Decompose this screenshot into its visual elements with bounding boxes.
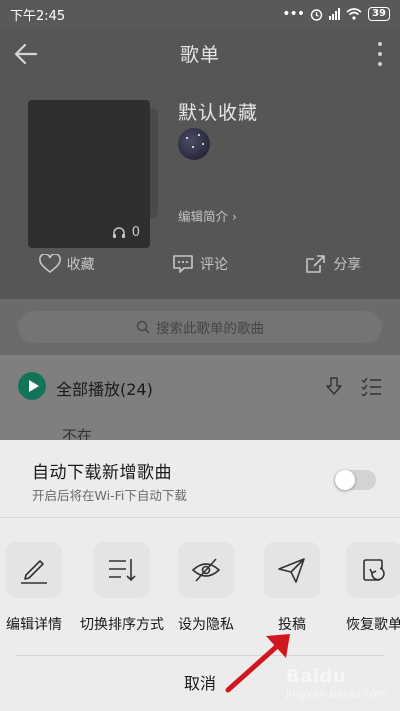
top-bar: 歌单 <box>0 28 400 78</box>
heart-icon <box>38 254 61 274</box>
edit-details-label: 编辑详情 <box>6 617 62 633</box>
comment-label: 评论 <box>199 257 228 273</box>
battery-indicator: 39 <box>368 7 390 21</box>
divider <box>0 517 400 518</box>
multi-select-icon[interactable] <box>360 376 382 396</box>
status-bar: 下午2:45 ••• 39 <box>0 0 400 28</box>
toggle-knob <box>335 470 355 490</box>
share-label: 分享 <box>333 257 362 273</box>
auto-download-toggle[interactable] <box>334 470 376 490</box>
watermark-brand: Baidu <box>286 666 347 687</box>
auto-download-subtitle: 开启后将在Wi-Fi下自动下载 <box>32 488 187 503</box>
song-list: 全部播放(24) 不在 <box>0 357 400 445</box>
search-input[interactable]: 搜索此歌单的歌曲 <box>18 311 382 343</box>
edit-intro-label: 编辑简介 <box>178 209 229 224</box>
signal-icon <box>329 8 341 20</box>
share-icon <box>306 255 326 273</box>
sort-label: 切换排序方式 <box>80 617 164 633</box>
playlist-actions: 收藏 评论 分享 <box>0 244 400 284</box>
play-icon[interactable] <box>18 372 46 400</box>
status-time: 下午2:45 <box>10 8 66 24</box>
search-icon <box>136 320 150 334</box>
creator-avatar[interactable] <box>178 128 210 160</box>
download-icon[interactable] <box>324 376 344 396</box>
collect-label: 收藏 <box>66 257 95 273</box>
playlist-header: 歌单 0 默认收藏 编辑简介 › 收藏 评论 分享 <box>0 28 400 326</box>
collect-button[interactable]: 收藏 <box>0 244 133 284</box>
status-icons: ••• 39 <box>282 6 390 22</box>
share-button[interactable]: 分享 <box>267 244 400 284</box>
eye-off-icon <box>178 542 234 598</box>
comment-icon <box>173 255 193 273</box>
sort-icon <box>94 542 150 598</box>
play-count-value: 0 <box>131 225 140 240</box>
playlist-cover[interactable]: 0 <box>28 100 150 248</box>
watermark-sub: jingyan.baidu.com <box>286 687 388 700</box>
restore-label: 恢复歌单 <box>346 617 400 633</box>
auto-download-title: 自动下载新增歌曲 <box>32 463 172 483</box>
headphones-icon <box>112 227 125 238</box>
back-arrow-icon[interactable] <box>12 40 40 68</box>
edit-icon <box>6 542 62 598</box>
restore-icon <box>346 542 400 598</box>
baidu-watermark: Baidu jingyan.baidu.com <box>286 666 396 702</box>
search-placeholder: 搜索此歌单的歌曲 <box>156 321 264 337</box>
playlist-name: 默认收藏 <box>178 102 259 124</box>
play-all-label: 全部播放(24) <box>56 380 153 399</box>
play-count: 0 <box>112 225 140 240</box>
more-options-icon[interactable] <box>376 42 384 66</box>
edit-details-option[interactable]: 编辑详情 <box>0 536 80 656</box>
notification-dots-icon: ••• <box>282 6 305 22</box>
wifi-icon <box>346 8 362 20</box>
comment-button[interactable]: 评论 <box>133 244 266 284</box>
divider <box>16 655 384 656</box>
edit-intro-link[interactable]: 编辑简介 › <box>178 206 237 225</box>
option-row: 编辑详情 切换排序方式 设为隐私 投稿 恢复歌单 <box>0 536 400 666</box>
send-icon <box>264 542 320 598</box>
restore-option[interactable]: 恢复歌单 <box>340 536 400 656</box>
sort-option[interactable]: 切换排序方式 <box>80 536 168 656</box>
search-section: 搜索此歌单的歌曲 <box>0 299 400 355</box>
alarm-icon <box>310 8 323 21</box>
play-all-row[interactable]: 全部播放(24) <box>0 367 400 407</box>
page-title: 歌单 <box>179 43 220 66</box>
